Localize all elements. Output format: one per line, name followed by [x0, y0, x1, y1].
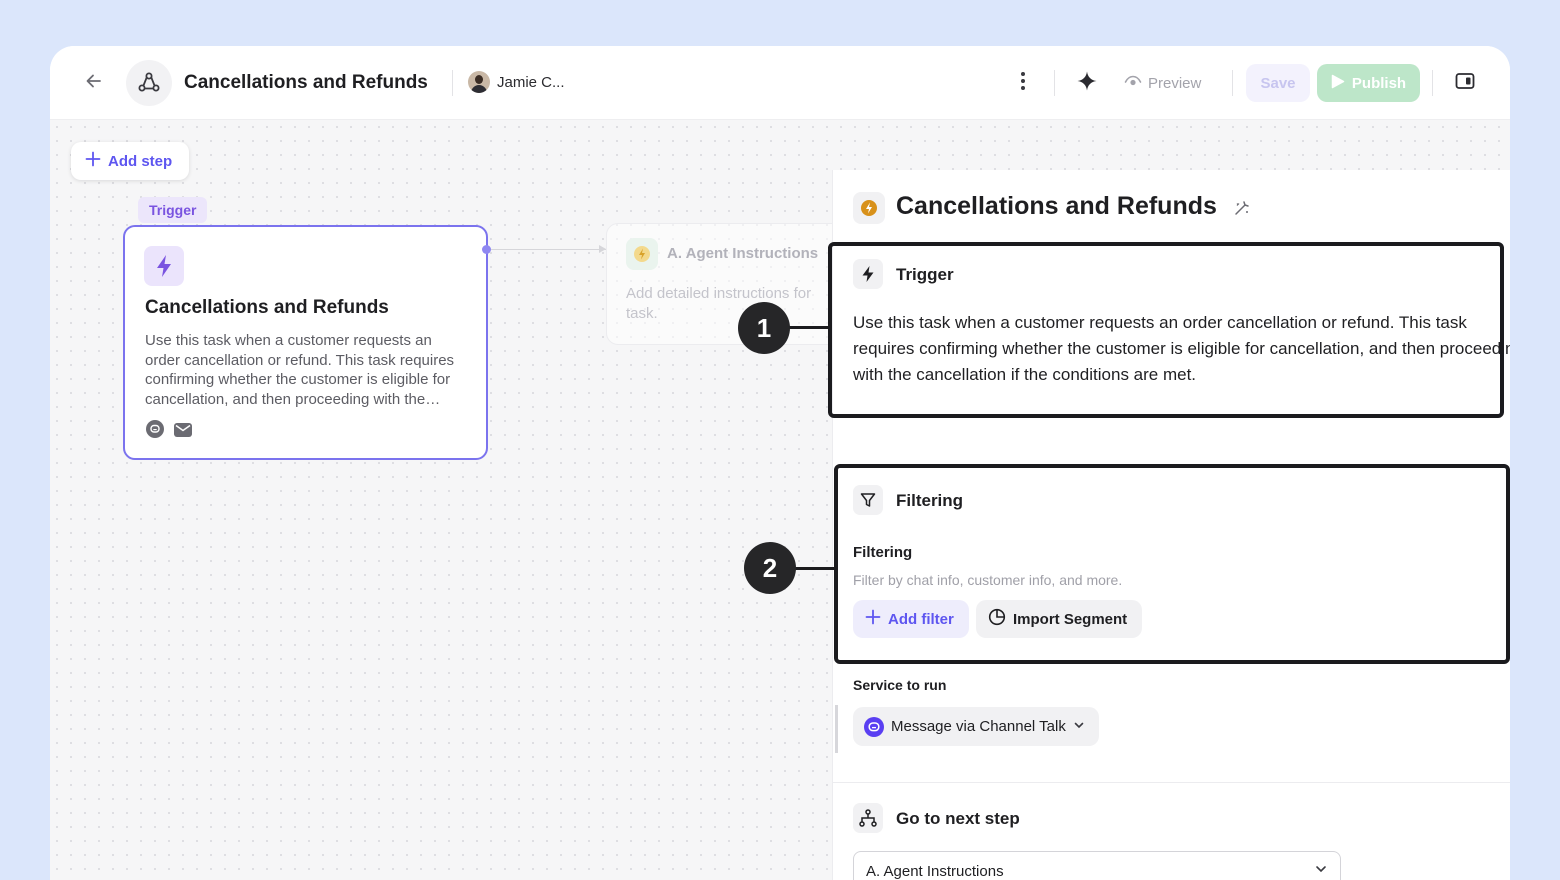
- rename-icon[interactable]: [1233, 199, 1251, 217]
- save-button[interactable]: Save: [1246, 64, 1310, 102]
- user-name: Jamie C...: [497, 73, 565, 91]
- callout-badge-1: 1: [738, 302, 790, 354]
- chevron-down-icon: [1314, 862, 1328, 880]
- more-options-button[interactable]: [1012, 70, 1034, 96]
- sidebar-toggle-icon: [1455, 72, 1475, 95]
- next-step-selected: A. Agent Instructions: [866, 862, 1004, 880]
- divider: [1432, 70, 1433, 96]
- connector-arrow: [599, 245, 606, 253]
- avatar: [468, 71, 490, 93]
- app-window: Cancellations and Refunds Jamie C... Pre…: [50, 46, 1510, 880]
- add-step-button[interactable]: Add step: [71, 142, 190, 180]
- app-logo-icon: [126, 60, 172, 106]
- next-step-title: Go to next step: [896, 809, 1020, 828]
- more-vertical-icon: [1020, 71, 1026, 96]
- callout-connector: [794, 567, 836, 570]
- sparkle-icon: [1076, 70, 1098, 97]
- panel-title: Cancellations and Refunds: [896, 192, 1217, 220]
- plus-icon: [85, 151, 101, 171]
- user-chip[interactable]: Jamie C...: [468, 71, 565, 93]
- top-bar: Cancellations and Refunds Jamie C... Pre…: [50, 46, 1510, 120]
- service-select[interactable]: Message via Channel Talk: [853, 707, 1099, 746]
- agent-icon: [626, 238, 658, 270]
- divider: [1232, 70, 1233, 96]
- chevron-down-icon: [1073, 718, 1085, 735]
- trigger-node[interactable]: Cancellations and Refunds Use this task …: [123, 225, 488, 460]
- publish-label: Publish: [1351, 74, 1407, 92]
- page-title: Cancellations and Refunds: [184, 72, 428, 93]
- lightning-icon: [144, 246, 184, 286]
- agent-node-title: A. Agent Instructions: [667, 245, 819, 262]
- add-step-label: Add step: [108, 152, 173, 170]
- agent-node-description: Add detailed instructions for task.: [626, 285, 812, 322]
- highlight-box-filtering: [834, 464, 1510, 664]
- callout-badge-2: 2: [744, 542, 796, 594]
- service-indicator: [835, 705, 838, 753]
- divider: [1054, 70, 1055, 96]
- ai-assist-button[interactable]: [1074, 70, 1100, 96]
- preview-button[interactable]: Preview: [1124, 72, 1201, 94]
- service-selected: Message via Channel Talk: [891, 718, 1066, 735]
- branch-icon: [853, 803, 883, 833]
- task-icon: [853, 192, 885, 224]
- node-connector: [491, 249, 606, 250]
- highlight-box-trigger: [828, 242, 1504, 418]
- divider: [452, 70, 453, 96]
- divider: [833, 782, 1510, 783]
- callout-connector: [788, 326, 830, 329]
- back-button[interactable]: [80, 69, 108, 97]
- channel-talk-icon: [864, 716, 884, 737]
- mail-icon: [174, 423, 192, 437]
- eye-icon: [1124, 72, 1142, 94]
- next-step-select[interactable]: A. Agent Instructions: [853, 851, 1341, 880]
- channel-talk-icon: [146, 420, 164, 438]
- back-arrow-icon: [84, 71, 104, 96]
- trigger-tag: Trigger: [138, 197, 208, 223]
- panel-toggle-button[interactable]: [1452, 70, 1478, 96]
- node-description: Use this task when a customer requests a…: [145, 332, 455, 408]
- service-label: Service to run: [853, 677, 947, 693]
- node-output-port[interactable]: [482, 245, 491, 254]
- preview-label: Preview: [1148, 74, 1202, 92]
- publish-button[interactable]: Publish: [1317, 64, 1420, 102]
- play-icon: [1331, 74, 1345, 93]
- node-title: Cancellations and Refunds: [145, 297, 389, 318]
